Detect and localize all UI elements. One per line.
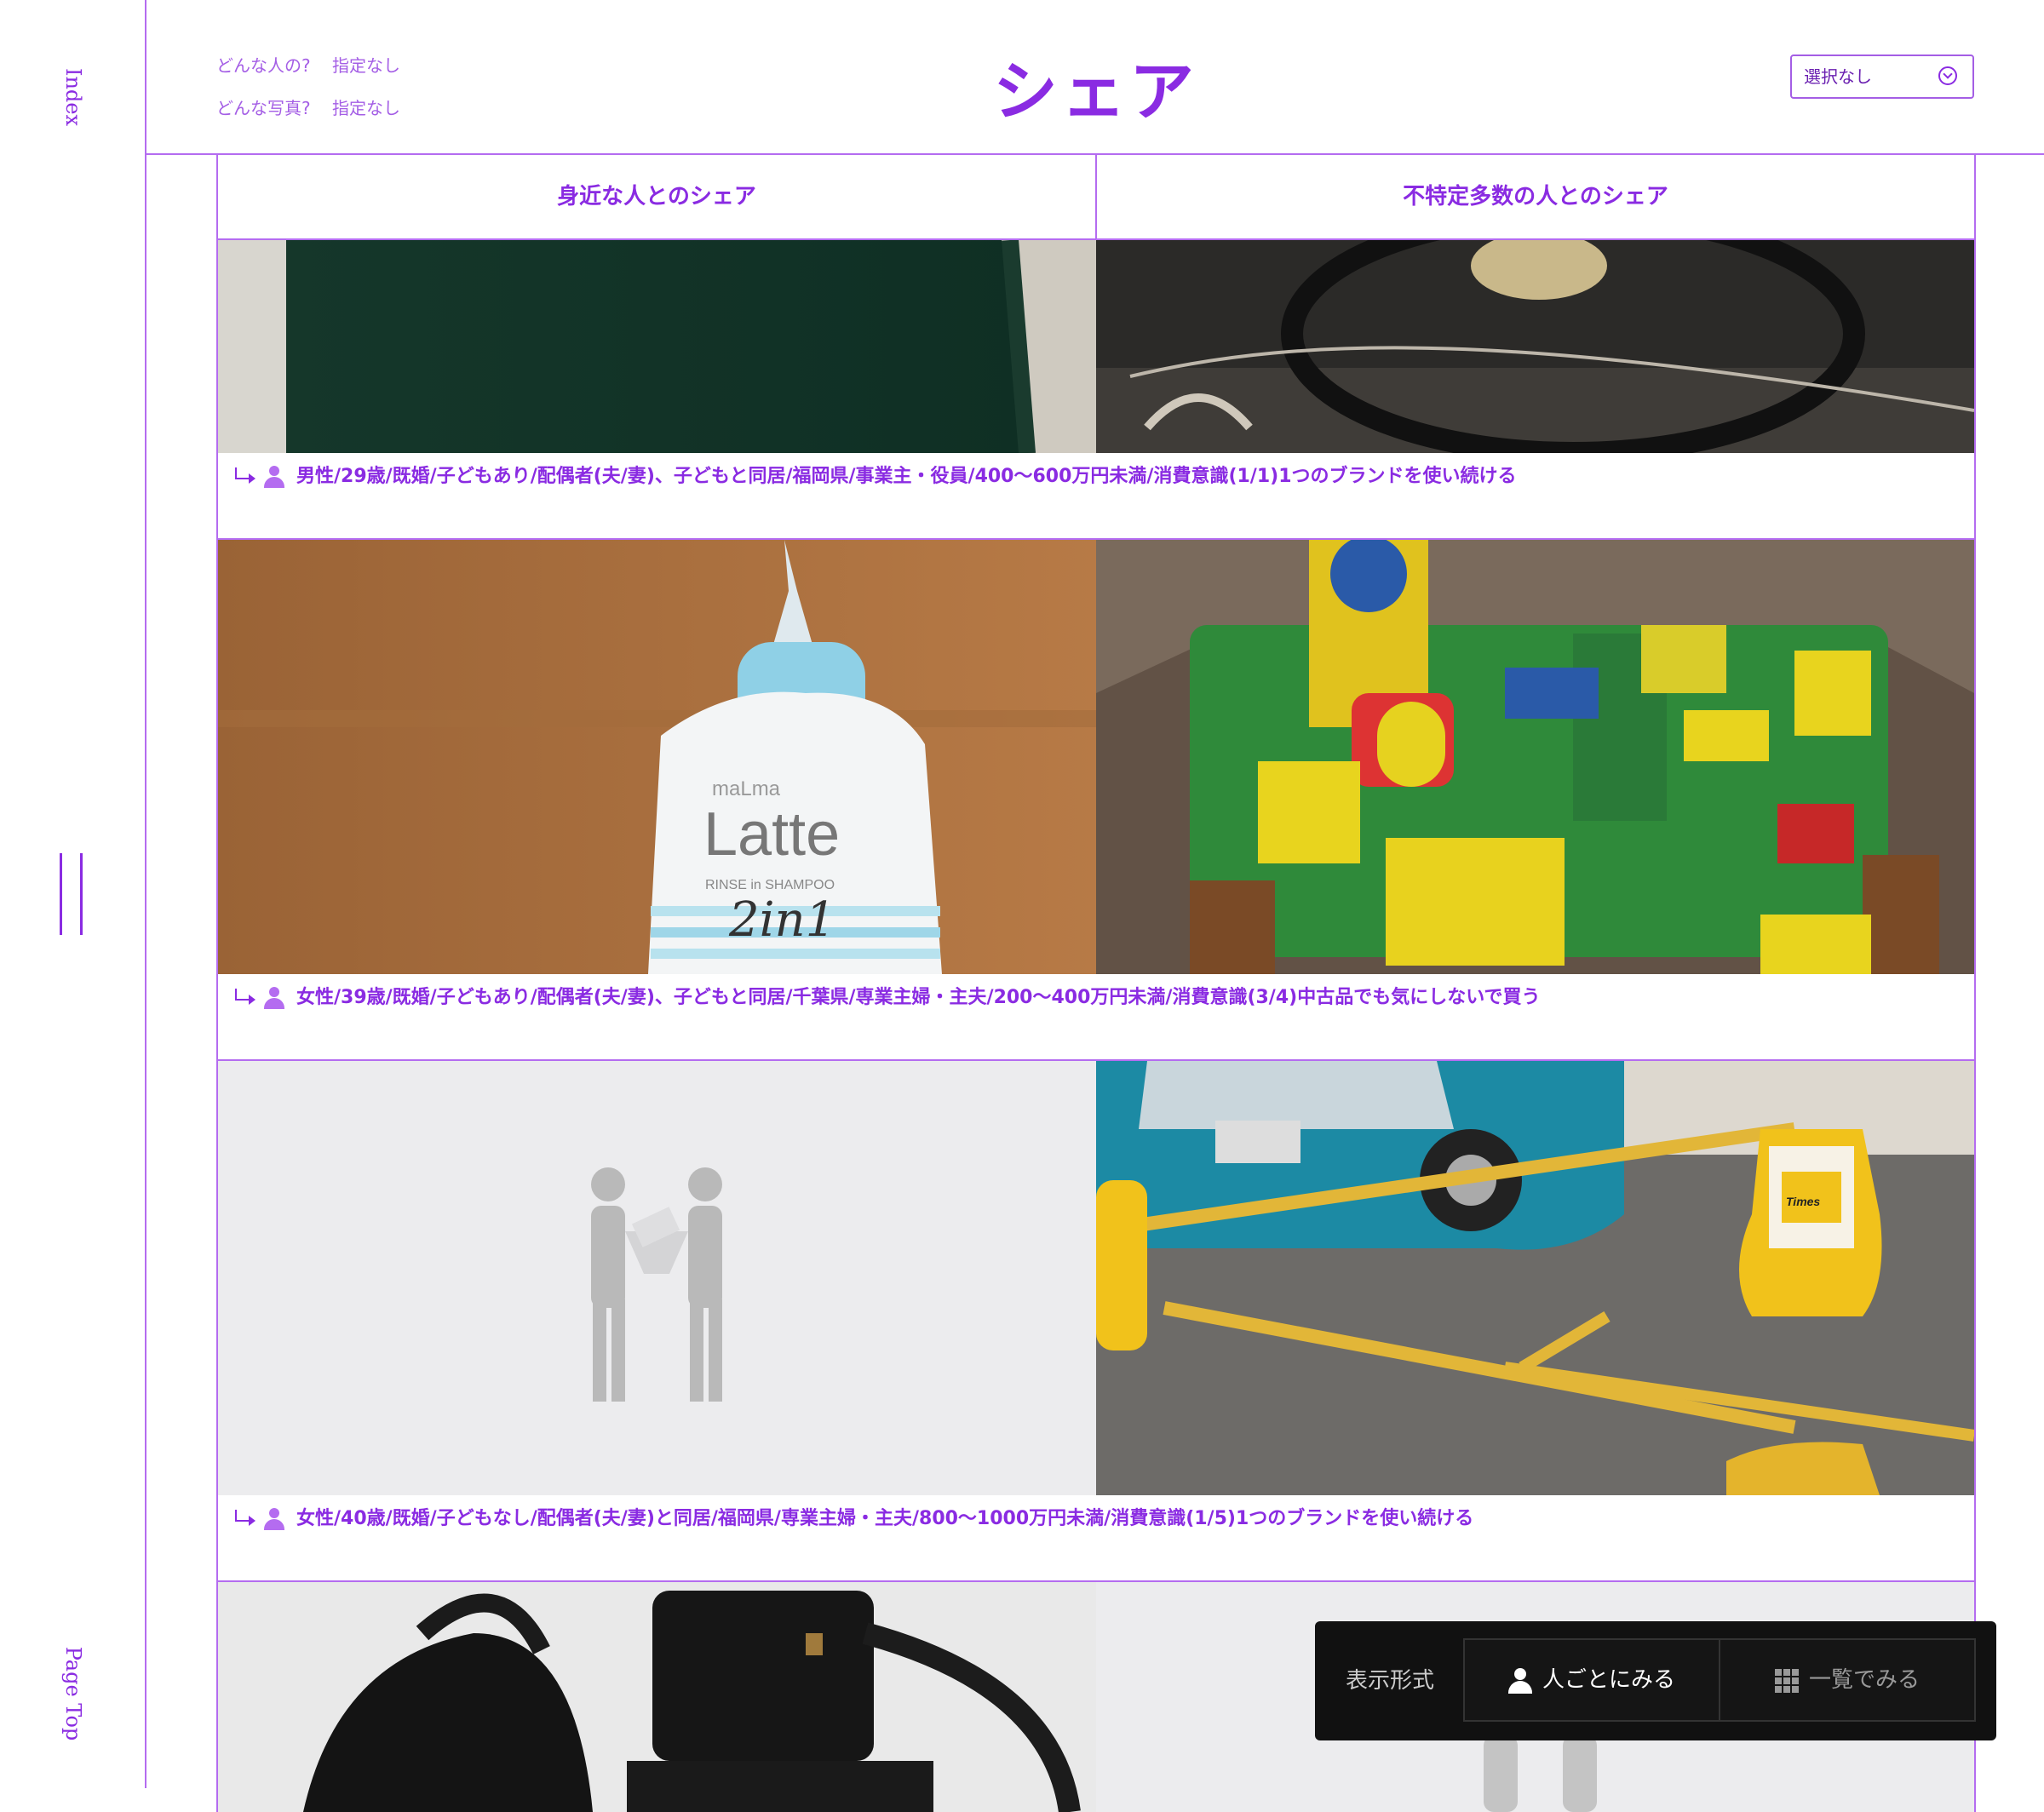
- times-sign-text: Times: [1786, 1195, 1820, 1208]
- column-header-close: 身近な人とのシェア: [218, 155, 1097, 238]
- page-title: シェア: [993, 54, 1197, 129]
- person-icon: [264, 466, 284, 488]
- handover-people-icon: [591, 1167, 722, 1402]
- person-icon: [264, 1508, 284, 1530]
- person-caption: 女性/39歳/既婚/子どもあり/配偶者(夫/妻)、子どもと同居/千葉県/専業主婦…: [218, 974, 1974, 1059]
- latte-label: maLma: [712, 777, 781, 800]
- column-headers: 身近な人とのシェア 不特定多数の人とのシェア: [218, 155, 1974, 240]
- display-mode-label: 表示形式: [1346, 1668, 1435, 1694]
- person-attributes: 女性/40歳/既婚/子どもなし/配偶者(夫/妻)と同居/福岡県/専業主婦・主夫/…: [296, 1508, 1474, 1529]
- photo-bags[interactable]: [218, 1582, 1096, 1812]
- photo-blocks[interactable]: [1096, 540, 1974, 974]
- person-row: 男性/29歳/既婚/子どもあり/配偶者(夫/妻)、子どもと同居/福岡県/事業主・…: [218, 240, 1974, 540]
- index-link[interactable]: Index: [61, 68, 85, 126]
- person-caption: 女性/40歳/既婚/子どもなし/配偶者(夫/妻)と同居/福岡県/専業主婦・主夫/…: [218, 1495, 1974, 1580]
- view-list-label: 一覧でみる: [1808, 1667, 1920, 1693]
- latte-brand-text: Latte: [703, 800, 840, 869]
- person-attributes: 女性/39歳/既婚/子どもあり/配偶者(夫/妻)、子どもと同居/千葉県/専業主婦…: [296, 987, 1541, 1008]
- reply-arrow-icon: [233, 1510, 259, 1528]
- reply-arrow-icon: [233, 467, 259, 486]
- display-mode-dock: 表示形式 人ごとにみる 一覧でみる: [1315, 1621, 1996, 1740]
- page-top-link[interactable]: Page Top: [61, 1647, 85, 1741]
- person-caption: 男性/29歳/既婚/子どもあり/配偶者(夫/妻)、子どもと同居/福岡県/事業主・…: [218, 453, 1974, 538]
- photo-shampoo[interactable]: maLma Latte RINSE in SHAMPOO 2in1: [218, 540, 1096, 974]
- menu-icon[interactable]: [60, 853, 85, 935]
- person-icon: [264, 987, 284, 1009]
- photo-green-bag[interactable]: [218, 240, 1096, 453]
- view-by-person-button[interactable]: 人ごとにみる: [1463, 1638, 1720, 1722]
- filter-select[interactable]: 選択なし: [1790, 54, 1974, 99]
- latte-sub-text: RINSE in SHAMPOO: [705, 878, 835, 892]
- share-grid: 身近な人とのシェア 不特定多数の人とのシェア 男性/29歳/既婚/子どもあり/配…: [216, 155, 1976, 1812]
- column-header-public: 不特定多数の人とのシェア: [1403, 184, 1668, 209]
- grid-icon: [1774, 1668, 1799, 1693]
- latte-2in1-text: 2in1: [728, 892, 835, 948]
- photo-parking[interactable]: Times: [1096, 1061, 1974, 1495]
- photo-hair-tie[interactable]: [1096, 240, 1974, 453]
- view-list-button[interactable]: 一覧でみる: [1719, 1638, 1976, 1722]
- person-row: maLma Latte RINSE in SHAMPOO 2in1 女性/39歳…: [218, 540, 1974, 1061]
- side-nav: Index Page Top: [0, 0, 146, 1788]
- reply-arrow-icon: [233, 989, 259, 1007]
- photo-placeholder[interactable]: [218, 1061, 1096, 1495]
- person-attributes: 男性/29歳/既婚/子どもあり/配偶者(夫/妻)、子どもと同居/福岡県/事業主・…: [296, 466, 1517, 487]
- filter-select-value: 選択なし: [1804, 66, 1872, 87]
- chevron-down-icon: [1938, 66, 1957, 85]
- person-row: Times 女性/40歳/既婚/子どもなし/配偶者(夫/妻)と同居/福岡県/専業…: [218, 1061, 1974, 1582]
- header: どんな人の? 指定なし どんな写真? 指定なし シェア 選択なし: [146, 0, 2044, 155]
- user-icon: [1507, 1667, 1532, 1694]
- view-by-person-label: 人ごとにみる: [1542, 1667, 1675, 1693]
